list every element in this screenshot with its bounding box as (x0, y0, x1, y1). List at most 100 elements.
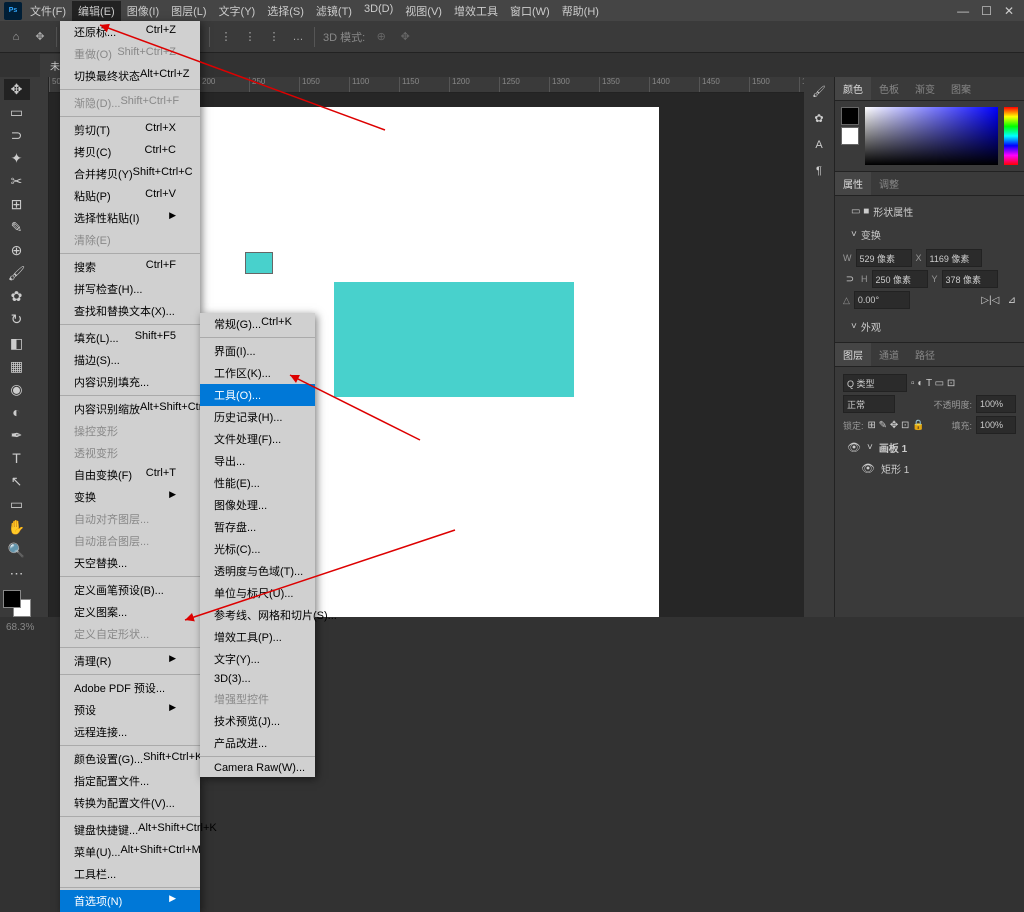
fg-color[interactable] (841, 107, 859, 125)
eyedropper-tool[interactable]: ✎ (4, 217, 30, 238)
menu-视图[interactable]: 视图(V) (399, 1, 448, 21)
brush-panel-icon[interactable]: 🖌 (812, 85, 826, 98)
menu-item[interactable]: 远程连接... (60, 721, 200, 743)
x-input[interactable] (926, 249, 982, 267)
menu-item[interactable]: 定义自定形状... (60, 623, 200, 645)
menu-item[interactable]: 清除(E) (60, 229, 200, 251)
menu-item[interactable]: 剪切(T)Ctrl+X (60, 119, 200, 141)
stamp-tool[interactable]: ✿ (4, 286, 30, 307)
edit-toolbar[interactable]: ⋯ (4, 563, 30, 584)
menu-滤镜[interactable]: 滤镜(T) (310, 1, 358, 21)
menu-item[interactable]: 拼写检查(H)... (60, 278, 200, 300)
menu-item[interactable]: 填充(L)...Shift+F5 (60, 327, 200, 349)
home-icon[interactable]: ⌂ (8, 29, 24, 45)
gradient-tool[interactable]: ▦ (4, 356, 30, 377)
menu-item[interactable]: 清理(R)▶ (60, 650, 200, 672)
pen-tool[interactable]: ✒ (4, 425, 30, 446)
blur-tool[interactable]: ◉ (4, 379, 30, 400)
menu-item[interactable]: 还原标...Ctrl+Z (60, 21, 200, 43)
menu-item[interactable]: 暂存盘... (200, 516, 315, 538)
menu-item[interactable]: 性能(E)... (200, 472, 315, 494)
path-tool[interactable]: ↖ (4, 471, 30, 492)
paragraph-panel-icon[interactable]: ¶ (816, 165, 822, 177)
menu-item[interactable]: 工具栏... (60, 863, 200, 885)
menu-图层[interactable]: 图层(L) (165, 1, 212, 21)
menu-item[interactable]: Camera Raw(W)... (200, 759, 315, 777)
eraser-tool[interactable]: ◧ (4, 333, 30, 354)
panel-tab[interactable]: 图层 (835, 343, 871, 366)
angle-input[interactable] (854, 291, 910, 309)
panel-tab[interactable]: 路径 (907, 343, 943, 366)
menu-item[interactable]: 工具(O)... (200, 384, 315, 406)
menu-item[interactable]: 操控变形 (60, 420, 200, 442)
menu-item[interactable]: 导出... (200, 450, 315, 472)
color-swatches[interactable] (3, 590, 31, 617)
lasso-tool[interactable]: ⊃ (4, 125, 30, 146)
menu-item[interactable]: 选择性粘贴(I)▶ (60, 207, 200, 229)
menu-文字[interactable]: 文字(Y) (213, 1, 262, 21)
color-field[interactable] (865, 107, 998, 165)
height-input[interactable] (872, 270, 928, 288)
marquee-tool[interactable]: ▭ (4, 102, 30, 123)
type-tool[interactable]: T (4, 448, 30, 469)
menu-item[interactable]: 界面(I)... (200, 340, 315, 362)
dodge-tool[interactable]: ◐ (4, 402, 30, 423)
menu-item[interactable]: 参考线、网格和切片(S)... (200, 604, 315, 626)
maximize-icon[interactable]: ☐ (981, 4, 992, 18)
menu-item[interactable]: 内容识别缩放Alt+Shift+Ctrl+C (60, 398, 200, 420)
shape-tool[interactable]: ▭ (4, 494, 30, 515)
menu-item[interactable]: 描边(S)... (60, 349, 200, 371)
distribute-icon[interactable]: ⋮ (218, 29, 234, 45)
menu-编辑[interactable]: 编辑(E) (72, 1, 121, 21)
menu-窗口[interactable]: 窗口(W) (504, 1, 556, 21)
menu-文件[interactable]: 文件(F) (24, 1, 72, 21)
menu-item[interactable]: 渐隐(D)...Shift+Ctrl+F (60, 92, 200, 114)
menu-item[interactable]: 转换为配置文件(V)... (60, 792, 200, 814)
menu-item[interactable]: 合并拷贝(Y)Shift+Ctrl+C (60, 163, 200, 185)
menu-item[interactable]: 颜色设置(G)...Shift+Ctrl+K (60, 748, 200, 770)
menu-item[interactable]: 自动对齐图层... (60, 508, 200, 530)
menu-item[interactable]: 产品改进... (200, 732, 315, 754)
crop-tool[interactable]: ✂ (4, 171, 30, 192)
hand-tool[interactable]: ✋ (4, 517, 30, 538)
menu-item[interactable]: Adobe PDF 预设... (60, 677, 200, 699)
hue-slider[interactable] (1004, 107, 1018, 165)
y-input[interactable] (942, 270, 998, 288)
menu-item[interactable]: 自动混合图层... (60, 530, 200, 552)
menu-选择[interactable]: 选择(S) (261, 1, 310, 21)
wand-tool[interactable]: ✦ (4, 148, 30, 169)
menu-3d[interactable]: 3D(D) (358, 1, 399, 21)
menu-item[interactable]: 天空替换... (60, 552, 200, 574)
menu-item[interactable]: 单位与标尺(U)... (200, 582, 315, 604)
menu-item[interactable]: 3D(3)... (200, 670, 315, 688)
panel-tab[interactable]: 通道 (871, 343, 907, 366)
menu-item[interactable]: 透视变形 (60, 442, 200, 464)
menu-item[interactable]: 文件处理(F)... (200, 428, 315, 450)
artboard-row[interactable]: 👁 ˅ 画板 1 (843, 437, 1016, 458)
layer-filter[interactable] (843, 374, 907, 392)
menu-item[interactable]: 预设▶ (60, 699, 200, 721)
menu-item[interactable]: 指定配置文件... (60, 770, 200, 792)
menu-item[interactable]: 常规(G)...Ctrl+K (200, 313, 315, 335)
menu-item[interactable]: 光标(C)... (200, 538, 315, 560)
menu-item[interactable]: 技术预览(J)... (200, 710, 315, 732)
zoom-level[interactable]: 68.3% (6, 622, 34, 633)
color-panel[interactable] (835, 101, 1024, 171)
zoom-tool[interactable]: 🔍 (4, 540, 30, 561)
menu-item[interactable]: 文字(Y)... (200, 648, 315, 670)
menu-item[interactable]: 切换最终状态Alt+Ctrl+Z (60, 65, 200, 87)
menu-item[interactable]: 增效工具(P)... (200, 626, 315, 648)
heal-tool[interactable]: ⊕ (4, 240, 30, 261)
brush-tool[interactable]: 🖌 (4, 263, 30, 284)
fill-input[interactable] (976, 416, 1016, 434)
menu-item[interactable]: 变换▶ (60, 486, 200, 508)
menu-item[interactable]: 定义画笔预设(B)... (60, 579, 200, 601)
width-input[interactable] (856, 249, 912, 267)
panel-tab[interactable]: 色板 (871, 77, 907, 100)
frame-tool[interactable]: ⊞ (4, 194, 30, 215)
rectangle-shape[interactable] (334, 282, 574, 397)
menu-item[interactable]: 拷贝(C)Ctrl+C (60, 141, 200, 163)
distribute-icon[interactable]: ⋮ (242, 29, 258, 45)
menu-item[interactable]: 历史记录(H)... (200, 406, 315, 428)
panel-tab[interactable]: 渐变 (907, 77, 943, 100)
